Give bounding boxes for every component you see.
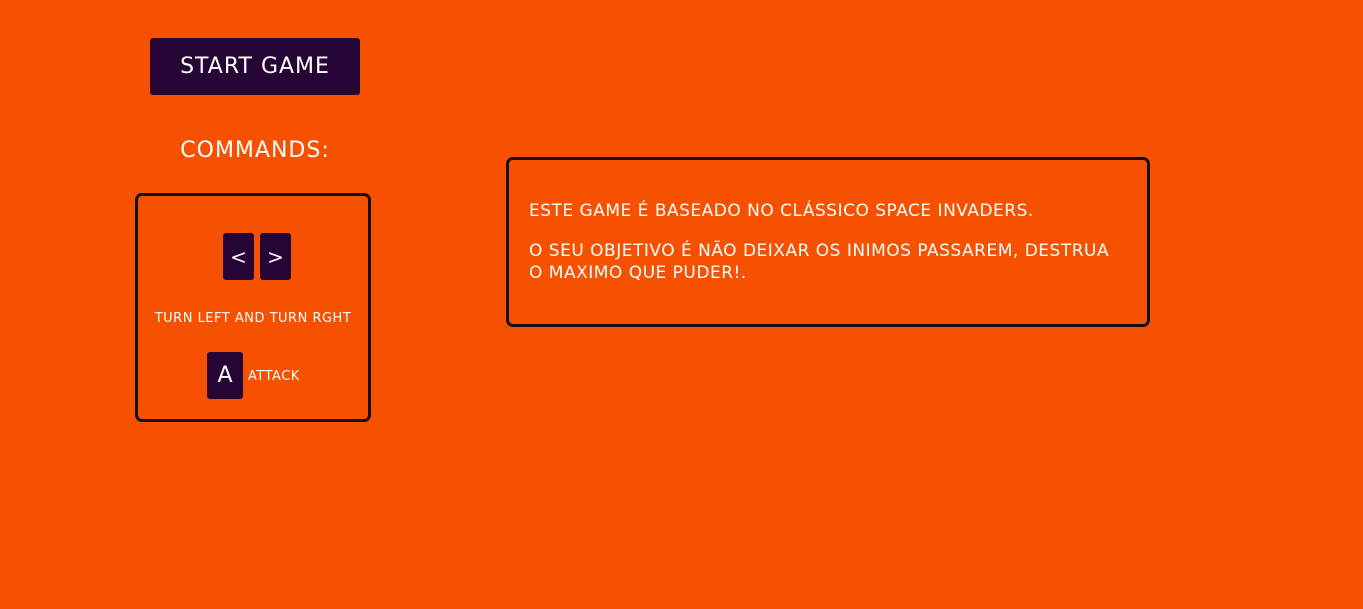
turn-description: TURN LEFT AND TURN RGHT <box>154 311 352 326</box>
commands-panel: < > TURN LEFT AND TURN RGHT A ATTACK <box>135 193 371 422</box>
attack-key: A <box>207 352 243 399</box>
info-line-2: O SEU OBJETIVO É NÃO DEIXAR OS INIMOS PA… <box>529 241 1110 283</box>
commands-title: COMMANDS: <box>180 138 330 163</box>
start-game-button[interactable]: START GAME <box>150 38 360 95</box>
attack-description: ATTACK <box>248 369 300 384</box>
left-arrow-key: < <box>223 233 254 280</box>
right-arrow-key: > <box>260 233 291 280</box>
game-info-panel: ESTE GAME É BASEADO NO CLÁSSICO SPACE IN… <box>506 157 1150 327</box>
info-line-1: ESTE GAME É BASEADO NO CLÁSSICO SPACE IN… <box>529 201 1034 221</box>
